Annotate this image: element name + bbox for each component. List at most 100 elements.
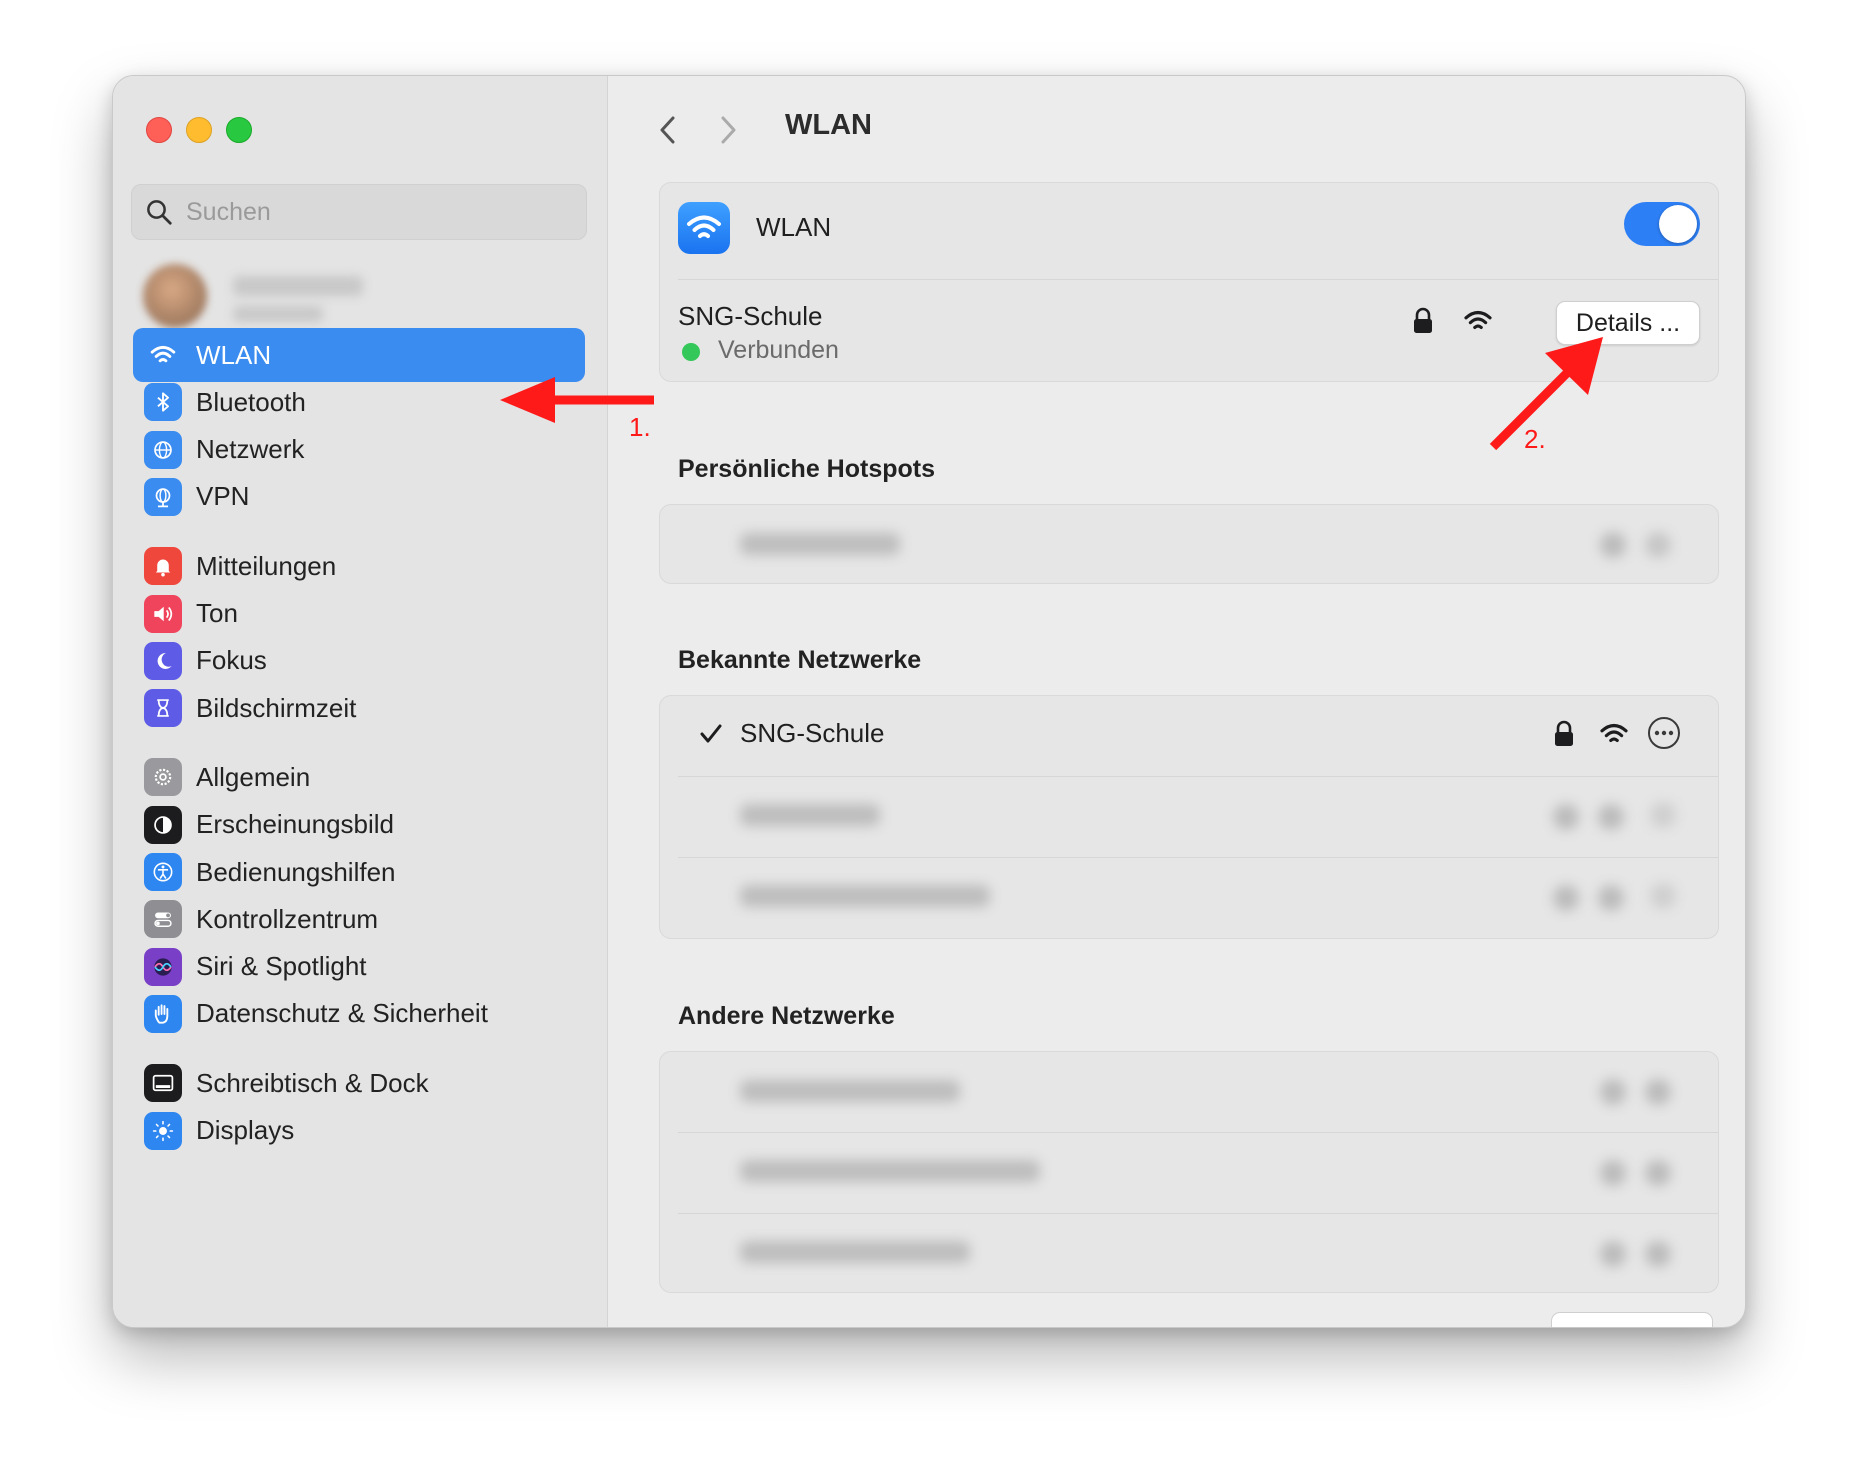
- known-network-row-blurred: [660, 778, 1718, 856]
- wifi-signal-icon: [1600, 724, 1628, 742]
- sidebar-item-label: Displays: [196, 1115, 295, 1145]
- sidebar-item-bedienungshilfen[interactable]: Bedienungshilfen: [133, 845, 585, 899]
- accessibility-icon: [144, 853, 182, 891]
- other-network-row-blurred: [660, 1134, 1718, 1212]
- sidebar-item-label: Datenschutz & Sicherheit: [196, 998, 488, 1029]
- sidebar-item-label: Allgemein: [196, 761, 311, 792]
- other-network-row-blurred: [660, 1215, 1718, 1292]
- hotspots-section-title: Persönliche Hotspots: [678, 455, 935, 483]
- annotation-step-2: 2.: [1524, 424, 1546, 454]
- siri-icon: [144, 947, 182, 986]
- known-networks-section-title: Bekannte Netzwerke: [678, 646, 922, 674]
- sidebar-item-label: Erscheinungsbild: [196, 809, 395, 840]
- more-button-partial[interactable]: [1551, 1312, 1713, 1327]
- lock-icon: [1414, 307, 1432, 333]
- sidebar-item-label: Bluetooth: [196, 386, 306, 417]
- hourglass-icon: [144, 689, 182, 728]
- wlan-label: WLAN: [756, 212, 832, 242]
- sidebar-item-label: Mitteilungen: [196, 550, 337, 581]
- sidebar-item-wlan[interactable]: WLAN: [133, 328, 585, 382]
- divider: [678, 1132, 1718, 1133]
- hotspots-card: [659, 504, 1719, 584]
- divider: [678, 1213, 1718, 1214]
- known-network-row[interactable]: SNG-Schule: [660, 696, 1718, 774]
- divider: [678, 857, 1718, 858]
- settings-window: Suchen WLAN Bluetooth Netzwerk VPN Mitteilun…: [112, 75, 1746, 1328]
- sidebar-item-schreibtisch-dock[interactable]: Schreibtisch & Dock: [133, 1056, 585, 1110]
- hand-icon: [144, 994, 182, 1033]
- sidebar-item-label: VPN: [196, 481, 250, 512]
- sidebar-item-label: Siri & Spotlight: [196, 951, 367, 982]
- annotation-step-1: 1.: [629, 412, 651, 442]
- connection-status: Verbunden: [718, 336, 839, 364]
- sidebar-item-mitteilungen[interactable]: Mitteilungen: [133, 539, 585, 593]
- sidebar-item-label: Ton: [196, 598, 238, 628]
- sidebar-item-bildschirmzeit[interactable]: Bildschirmzeit: [133, 681, 585, 735]
- sidebar-item-label: Netzwerk: [196, 434, 305, 465]
- lock-icon: [1555, 720, 1573, 746]
- sidebar-item-label: WLAN: [196, 339, 272, 370]
- main-pane: WLAN WLAN SNG-Schule Verbunden Details .…: [608, 76, 1745, 1327]
- sidebar-item-ton[interactable]: Ton: [133, 587, 585, 641]
- current-network-name: SNG-Schule: [678, 301, 823, 331]
- user-subtitle-blurred: [233, 306, 323, 322]
- connected-status-dot: [682, 343, 700, 361]
- forward-button[interactable]: [708, 110, 748, 150]
- search-field[interactable]: Suchen: [131, 184, 587, 240]
- hotspot-row-blurred: [660, 505, 1718, 583]
- sidebar-item-label: Schreibtisch & Dock: [196, 1067, 429, 1098]
- sun-icon: [144, 1111, 182, 1150]
- sidebar-item-netzwerk[interactable]: Netzwerk: [133, 423, 585, 477]
- sidebar: Suchen WLAN Bluetooth Netzwerk VPN Mitteilun…: [113, 76, 608, 1327]
- chevron-left-icon: [660, 116, 675, 144]
- minimize-window-button[interactable]: [186, 117, 212, 143]
- known-networks-card: SNG-Schule: [659, 695, 1719, 939]
- sidebar-item-siri-spotlight[interactable]: Siri & Spotlight: [133, 940, 585, 994]
- sidebar-item-displays[interactable]: Displays: [133, 1104, 585, 1158]
- sidebar-item-kontrollzentrum[interactable]: Kontrollzentrum: [133, 892, 585, 946]
- checkmark-icon: [700, 724, 722, 743]
- sidebar-item-vpn[interactable]: VPN: [133, 470, 585, 524]
- sidebar-item-datenschutz-sicherheit[interactable]: Datenschutz & Sicherheit: [133, 987, 585, 1041]
- sidebar-item-fokus[interactable]: Fokus: [133, 634, 585, 688]
- page-title: WLAN: [785, 109, 872, 141]
- known-network-row-blurred: [660, 859, 1718, 937]
- known-network-name: SNG-Schule: [740, 718, 885, 748]
- avatar: [143, 264, 207, 328]
- zoom-window-button[interactable]: [226, 117, 252, 143]
- search-icon: [147, 200, 172, 225]
- wlan-app-icon: [678, 202, 730, 254]
- other-networks-card: [659, 1051, 1719, 1293]
- other-networks-section-title: Andere Netzwerke: [678, 1002, 895, 1030]
- close-window-button[interactable]: [146, 117, 172, 143]
- sidebar-item-label: Fokus: [196, 645, 267, 676]
- sidebar-item-label: Bedienungshilfen: [196, 856, 396, 887]
- more-options-icon[interactable]: [1647, 716, 1681, 750]
- user-name-blurred: [233, 276, 363, 296]
- divider: [678, 776, 1718, 777]
- gear-icon: [144, 758, 182, 797]
- globe-icon: [144, 430, 182, 469]
- back-button[interactable]: [648, 110, 688, 150]
- annotation-arrow-2: [1489, 337, 1603, 451]
- wlan-toggle[interactable]: [1624, 202, 1700, 246]
- vpn-globe-icon: [144, 477, 182, 516]
- bluetooth-icon: [144, 383, 182, 422]
- sidebar-item-label: Kontrollzentrum: [196, 903, 379, 934]
- wifi-icon: [144, 336, 182, 374]
- chevron-right-icon: [721, 116, 736, 144]
- sidebar-item-erscheinungsbild[interactable]: Erscheinungsbild: [133, 798, 585, 852]
- other-network-row-blurred: [660, 1052, 1718, 1130]
- bell-icon: [144, 547, 182, 586]
- moon-icon: [144, 641, 182, 680]
- speaker-icon: [144, 594, 182, 633]
- switches-icon: [144, 900, 182, 939]
- toggle-knob: [1659, 205, 1697, 243]
- appearance-icon: [144, 805, 182, 844]
- sidebar-item-label: Bildschirmzeit: [196, 692, 357, 723]
- sidebar-item-allgemein[interactable]: Allgemein: [133, 750, 585, 804]
- search-placeholder: Suchen: [186, 197, 271, 226]
- divider: [678, 279, 1718, 280]
- wifi-icon: [687, 215, 721, 238]
- dock-icon: [144, 1064, 182, 1103]
